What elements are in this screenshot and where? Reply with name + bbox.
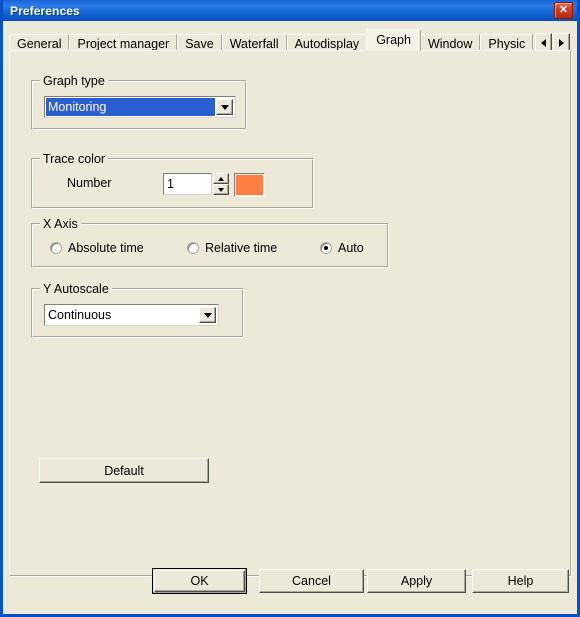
trace-color-swatch [236, 175, 263, 195]
triangle-right-icon [559, 38, 565, 47]
y-autoscale-group: Y Autoscale Continuous [31, 282, 244, 338]
apply-button[interactable]: Apply [367, 569, 466, 593]
help-button[interactable]: Help [472, 569, 569, 593]
graph-type-combobox[interactable]: Monitoring [44, 96, 236, 118]
default-button[interactable]: Default [39, 458, 209, 483]
radio-button-icon-selected [320, 242, 332, 254]
x-axis-group: X Axis Absolute time Relative time Auto [31, 217, 389, 268]
x-axis-group-label: X Axis [40, 217, 81, 231]
window-title: Preferences [10, 3, 80, 18]
preferences-dialog: Preferences ✕ General Project manager Sa… [0, 0, 580, 617]
trace-color-swatch-button[interactable] [234, 173, 265, 197]
graph-type-group-label: Graph type [40, 74, 108, 88]
graph-type-group: Graph type Monitoring [31, 74, 247, 130]
title-bar[interactable]: Preferences ✕ [3, 0, 577, 21]
ok-button[interactable]: OK [152, 568, 247, 594]
tab-graph[interactable]: Graph [366, 29, 421, 51]
y-autoscale-value: Continuous [48, 308, 112, 322]
radio-absolute-time[interactable]: Absolute time [50, 241, 144, 255]
tab-list: General Project manager Save Waterfall A… [9, 28, 571, 53]
trace-color-group-label: Trace color [40, 152, 109, 166]
trace-number-input[interactable]: 1 [163, 173, 212, 195]
default-button-label: Default [104, 463, 144, 478]
chevron-down-icon [203, 312, 212, 318]
y-autoscale-combobox[interactable]: Continuous [44, 304, 219, 326]
spinner-up-button[interactable] [213, 173, 229, 184]
cancel-button[interactable]: Cancel [259, 569, 364, 593]
tab-strip: General Project manager Save Waterfall A… [9, 28, 571, 53]
cancel-button-label: Cancel [292, 574, 331, 588]
graph-type-dropdown-button[interactable] [216, 99, 233, 115]
trace-color-group: Trace color Number 1 [31, 152, 314, 209]
ok-button-label: OK [190, 574, 209, 588]
radio-button-icon [187, 242, 199, 254]
graph-type-value: Monitoring [46, 98, 215, 116]
spinner-down-button[interactable] [213, 184, 229, 195]
help-button-label: Help [507, 574, 534, 588]
apply-button-label: Apply [400, 574, 433, 588]
y-autoscale-dropdown-button[interactable] [199, 307, 216, 323]
y-autoscale-group-label: Y Autoscale [40, 282, 112, 296]
radio-absolute-time-label: Absolute time [68, 241, 144, 255]
tab-page-graph: Graph type Monitoring Trace color Number… [9, 50, 571, 576]
triangle-up-icon [218, 176, 224, 181]
triangle-down-icon [218, 187, 224, 192]
radio-relative-time-label: Relative time [205, 241, 278, 255]
radio-relative-time[interactable]: Relative time [187, 241, 277, 255]
chevron-down-icon [220, 104, 229, 110]
triangle-left-icon [541, 38, 547, 47]
close-icon: ✕ [558, 4, 569, 16]
dialog-client-area: General Project manager Save Waterfall A… [3, 21, 577, 614]
radio-auto[interactable]: Auto [320, 241, 364, 255]
radio-button-icon [50, 242, 62, 254]
trace-number-label: Number [67, 176, 112, 190]
close-button[interactable]: ✕ [554, 2, 573, 19]
radio-auto-label: Auto [338, 241, 364, 255]
trace-number-spinner[interactable] [213, 173, 229, 195]
radio-selected-dot [324, 246, 328, 250]
